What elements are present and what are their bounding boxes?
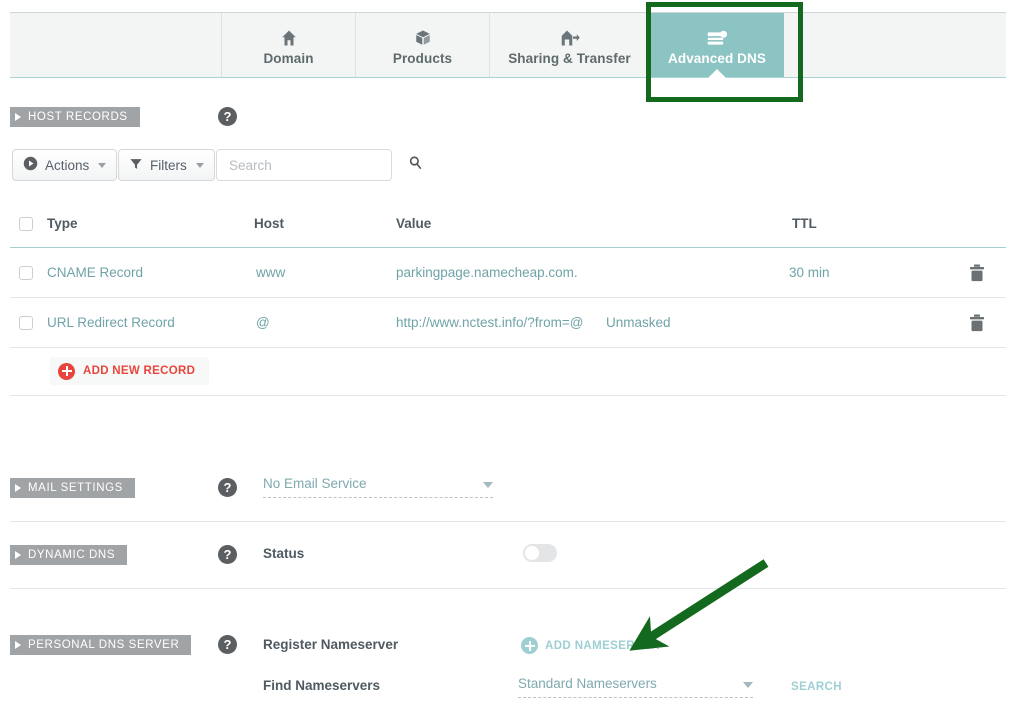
play-circle-icon <box>23 156 38 174</box>
actions-button[interactable]: Actions <box>12 149 117 181</box>
help-icon-dynamic-dns-text: ? <box>224 548 232 561</box>
search-icon[interactable] <box>408 155 423 175</box>
tab-products-label: Products <box>393 51 452 66</box>
dynamic-dns-status-toggle[interactable] <box>523 544 557 562</box>
row-checkbox[interactable] <box>19 316 33 330</box>
table-row-divider-1 <box>10 297 1006 298</box>
add-nameserver-label: ADD NAMESERVER <box>545 640 660 652</box>
table-row-ttl: 30 min <box>789 265 830 280</box>
search-input[interactable] <box>227 157 408 174</box>
tab-advanced-dns[interactable]: Advanced DNS <box>650 13 784 77</box>
section-label-mail-settings: MAIL SETTINGS <box>10 478 135 498</box>
table-row-extra: Unmasked <box>606 315 671 330</box>
server-gear-icon <box>706 25 728 47</box>
table-row-value: http://www.nctest.info/?from=@ <box>396 315 583 330</box>
search-box[interactable] <box>216 149 392 181</box>
delete-icon-row-1[interactable] <box>969 264 985 287</box>
help-icon-host-records-text: ? <box>224 110 232 123</box>
table-row-type: CNAME Record <box>47 265 143 280</box>
tab-domain[interactable]: Domain <box>222 13 356 77</box>
column-header-ttl: TTL <box>792 216 817 231</box>
row-checkbox[interactable] <box>19 266 33 280</box>
nameserver-search-link[interactable]: SEARCH <box>791 681 842 693</box>
section-label-personal-dns-server: PERSONAL DNS SERVER <box>10 635 191 655</box>
help-icon-mail-settings-text: ? <box>224 481 232 494</box>
tab-advanced-dns-label: Advanced DNS <box>668 51 766 66</box>
tab-sharing-transfer[interactable]: Sharing & Transfer <box>490 13 650 77</box>
delete-icon-row-2[interactable] <box>969 314 985 337</box>
table-row-type: URL Redirect Record <box>47 315 175 330</box>
dynamic-dns-status-label: Status <box>263 546 304 561</box>
table-header-divider <box>10 247 1006 248</box>
email-service-value: No Email Service <box>263 476 483 491</box>
tab-products[interactable]: Products <box>356 13 490 77</box>
register-nameserver-label: Register Nameserver <box>263 637 398 652</box>
plus-circle-icon <box>58 363 75 380</box>
dynamic-dns-divider <box>10 588 1006 589</box>
plus-circle-icon-nameserver <box>521 637 538 654</box>
column-header-value: Value <box>396 216 431 231</box>
find-nameservers-value: Standard Nameservers <box>518 676 743 691</box>
help-icon-personal-dns-server[interactable]: ? <box>218 635 237 654</box>
column-header-host: Host <box>254 216 284 231</box>
table-row-value: parkingpage.namecheap.com. <box>396 265 578 280</box>
advanced-dns-page: Domain Products Sharing & Transfer <box>0 0 1016 727</box>
tabbar-left-spacer <box>10 13 222 77</box>
email-service-dropdown[interactable]: No Email Service <box>263 476 493 498</box>
help-icon-host-records[interactable]: ? <box>218 107 237 126</box>
tabbar-right-spacer <box>784 13 1006 77</box>
box-icon <box>414 25 432 47</box>
chevron-down-icon-email-service <box>483 482 493 488</box>
find-nameservers-label: Find Nameservers <box>263 678 380 693</box>
find-nameservers-dropdown[interactable]: Standard Nameservers <box>518 676 753 698</box>
help-icon-mail-settings[interactable]: ? <box>218 478 237 497</box>
table-row-host: www <box>256 265 285 280</box>
filters-button[interactable]: Filters <box>118 149 215 181</box>
chevron-down-icon-find-nameservers <box>743 682 753 688</box>
add-new-record-label: ADD NEW RECORD <box>83 365 195 377</box>
table-row-host: @ <box>256 315 270 330</box>
section-label-dynamic-dns-text: DYNAMIC DNS <box>28 549 115 561</box>
section-label-mail-settings-text: MAIL SETTINGS <box>28 482 123 494</box>
chevron-down-icon-actions <box>98 163 106 168</box>
host-records-section-divider <box>10 395 1006 396</box>
chevron-down-icon-filters <box>196 163 204 168</box>
actions-button-label: Actions <box>45 158 89 173</box>
mail-settings-divider <box>10 521 1006 522</box>
select-all-checkbox[interactable] <box>19 217 33 231</box>
help-icon-personal-dns-server-text: ? <box>224 638 232 651</box>
section-label-host-records: HOST RECORDS <box>10 107 140 127</box>
table-row-divider-2 <box>10 347 1006 348</box>
help-icon-dynamic-dns[interactable]: ? <box>218 545 237 564</box>
section-label-dynamic-dns: DYNAMIC DNS <box>10 545 127 565</box>
filters-button-label: Filters <box>150 158 187 173</box>
toggle-knob <box>525 546 539 560</box>
home-icon <box>280 25 298 47</box>
section-label-personal-dns-server-text: PERSONAL DNS SERVER <box>28 639 179 651</box>
tab-sharing-transfer-label: Sharing & Transfer <box>508 51 631 66</box>
domain-tab-bar: Domain Products Sharing & Transfer <box>10 12 1006 78</box>
tab-domain-label: Domain <box>263 51 313 66</box>
column-header-type: Type <box>47 216 78 231</box>
section-label-host-records-text: HOST RECORDS <box>28 111 128 123</box>
add-new-record-button[interactable]: ADD NEW RECORD <box>50 357 209 385</box>
share-arrow-icon <box>560 25 580 47</box>
funnel-icon <box>129 157 143 174</box>
add-nameserver-button[interactable]: ADD NAMESERVER <box>521 637 660 654</box>
